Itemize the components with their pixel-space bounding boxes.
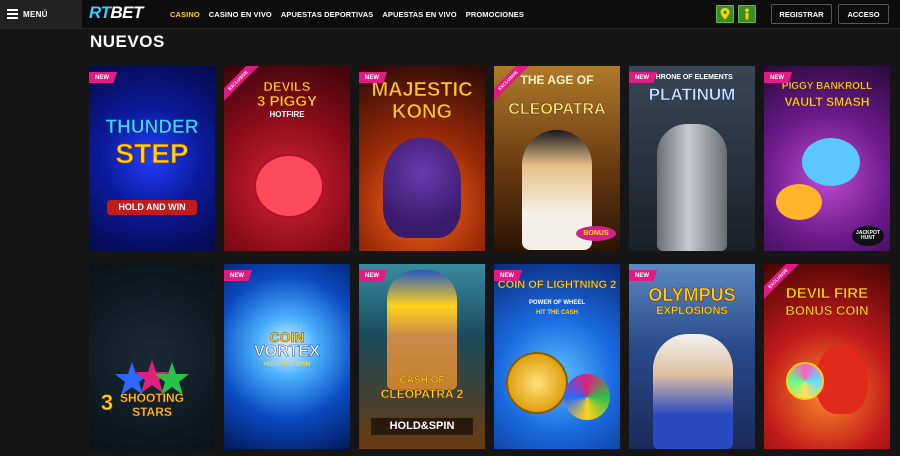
game-title-line2: CLEOPATRA 2 xyxy=(380,387,464,401)
nav-promociones[interactable]: PROMOCIONES xyxy=(466,10,524,19)
game-title-line1: THUNDER xyxy=(105,117,199,138)
game-tile-coin-of-lightning-2[interactable]: NEW COIN OF LIGHTNING 2 POWER OF WHEEL H… xyxy=(494,264,620,449)
game-title-line3: HIT THE CASH xyxy=(536,310,578,316)
nav-casino[interactable]: CASINO xyxy=(170,10,200,19)
game-title-line2: SHOOTING xyxy=(119,391,184,405)
bonus-coin-image xyxy=(786,362,824,400)
new-badge: NEW xyxy=(764,72,792,83)
game-tile-age-of-cleopatra[interactable]: EXCLUSIVE THE AGE OF CLEOPATRA BONUS xyxy=(494,66,620,251)
game-title-line3: JACKPOT HUNT xyxy=(852,226,884,246)
game-title-line1: COIN xyxy=(269,329,305,345)
game-tile-throne-of-elements-platinum[interactable]: NEW THRONE OF ELEMENTS PLATINUM xyxy=(629,66,755,251)
nav-apuestas-en-vivo[interactable]: APUESTAS EN VIVO xyxy=(382,10,456,19)
logo-bet-text: BET xyxy=(110,3,143,22)
game-title-line2: EXPLOSIONS xyxy=(656,305,728,317)
game-tile-thunder-step[interactable]: NEW THUNDER STEP HOLD AND WIN xyxy=(89,66,215,251)
game-title-line2: KONG xyxy=(392,101,453,123)
pig-character-image xyxy=(254,154,324,218)
new-badge: NEW xyxy=(359,72,387,83)
game-title-line2: CLEOPATRA xyxy=(508,101,606,118)
menu-button[interactable]: MENÚ xyxy=(0,0,82,28)
lightning-coin-image xyxy=(506,352,568,414)
game-title-line3: HOLD THE SPIN xyxy=(263,362,311,368)
top-navigation-bar: MENÚ RTBET CASINO CASINO EN VIVO APUESTA… xyxy=(0,0,900,29)
game-tile-devils-3-piggy-hotfire[interactable]: EXCLUSIVE DEVILS 3 PIGGY HOTFIRE xyxy=(224,66,350,251)
new-badge: NEW xyxy=(629,72,657,83)
logo-rt-text: RT xyxy=(89,3,111,22)
game-title-line1: MAJESTIC xyxy=(371,79,473,101)
game-title-line1: OLYMPUS xyxy=(648,285,736,305)
game-tile-coin-vortex[interactable]: NEW COIN VORTEX HOLD THE SPIN xyxy=(224,264,350,449)
game-tile-olympus-explosions[interactable]: NEW OLYMPUS EXPLOSIONS xyxy=(629,264,755,449)
game-title-line2: VORTEX xyxy=(254,343,320,360)
game-title-line2: BONUS COIN xyxy=(785,303,869,318)
game-title-line3: STARS xyxy=(132,405,172,419)
game-tile-cash-of-cleopatra-2[interactable]: NEW CASH OF CLEOPATRA 2 HOLD&SPIN xyxy=(359,264,485,449)
game-title-line1: PIGGY BANKROLL xyxy=(781,81,873,92)
game-title-line2: PLATINUM xyxy=(648,85,736,104)
login-button[interactable]: ACCESO xyxy=(838,4,889,24)
gold-pig-image xyxy=(776,184,822,220)
new-badge: NEW xyxy=(629,270,657,281)
register-button[interactable]: REGISTRAR xyxy=(771,4,832,24)
zeus-character-image xyxy=(653,334,733,449)
game-title-line2: STEP xyxy=(115,138,189,169)
section-title: NUEVOS xyxy=(90,32,165,51)
game-title-line3: HOLD AND WIN xyxy=(107,200,197,215)
rtbet-logo[interactable]: RTBET xyxy=(89,3,143,23)
hamburger-icon xyxy=(7,9,18,19)
game-title-line2: 3 PIGGY xyxy=(256,93,318,110)
game-title-line1: COIN OF LIGHTNING 2 xyxy=(497,279,617,291)
new-badge: NEW xyxy=(494,270,522,281)
location-icon xyxy=(720,8,730,20)
wheel-image xyxy=(564,374,610,420)
nav-casino-en-vivo[interactable]: CASINO EN VIVO xyxy=(209,10,272,19)
game-art xyxy=(89,264,215,449)
game-art xyxy=(494,264,620,449)
new-badge: NEW xyxy=(359,270,387,281)
game-tile-devil-fire-bonus-coin[interactable]: EXCLUSIVE DEVIL FIRE BONUS COIN xyxy=(764,264,890,449)
location-button[interactable] xyxy=(716,5,734,23)
game-title-line2: VAULT SMASH xyxy=(784,95,870,109)
nav-apuestas-deportivas[interactable]: APUESTAS DEPORTIVAS xyxy=(281,10,373,19)
cleopatra-character-image xyxy=(387,270,457,390)
person-info-button[interactable] xyxy=(738,5,756,23)
new-badge: NEW xyxy=(89,72,117,83)
menu-label: MENÚ xyxy=(23,9,48,19)
person-info-icon xyxy=(745,8,749,20)
new-badge: NEW xyxy=(224,270,252,281)
gorilla-character-image xyxy=(383,138,461,238)
game-title-line2: POWER OF WHEEL xyxy=(529,300,585,306)
game-tile-piggy-bankroll-vault-smash[interactable]: NEW PIGGY BANKROLL VAULT SMASH JACKPOT H… xyxy=(764,66,890,251)
game-title-line1: DEVIL FIRE xyxy=(785,285,869,302)
crystal-pig-image xyxy=(802,138,860,186)
game-title-line3: HOLD&SPIN xyxy=(371,418,473,435)
game-title-line1: CASH OF xyxy=(399,375,445,386)
game-title-line3: HOTFIRE xyxy=(269,110,305,119)
game-tile-majestic-kong[interactable]: NEW MAJESTIC KONG xyxy=(359,66,485,251)
game-title-line3: BONUS xyxy=(576,226,616,241)
main-nav: CASINO CASINO EN VIVO APUESTAS DEPORTIVA… xyxy=(170,0,524,28)
knight-character-image xyxy=(657,124,727,251)
game-tile-3-shooting-stars[interactable]: 3 SHOOTING STARS xyxy=(89,264,215,449)
